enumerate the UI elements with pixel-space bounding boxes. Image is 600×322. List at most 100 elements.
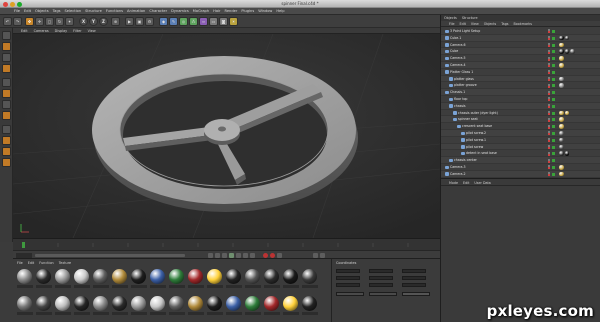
attribute-menu-user-data[interactable]: User Data — [474, 181, 490, 185]
visibility-toggle-icon[interactable] — [548, 97, 550, 102]
object-row[interactable]: platter groove — [441, 82, 600, 90]
rotation-h-field[interactable] — [402, 269, 426, 273]
visibility-toggle-icon[interactable] — [548, 158, 550, 163]
material-swatch[interactable] — [131, 296, 146, 311]
points-mode-icon[interactable] — [2, 78, 11, 87]
object-tag-icon[interactable] — [559, 124, 564, 129]
material-swatch[interactable] — [226, 269, 241, 284]
viewport-menu-cameras[interactable]: Cameras — [34, 29, 49, 33]
goto-end-icon[interactable] — [250, 252, 255, 258]
preview-range-slider[interactable] — [35, 253, 185, 257]
object-tag-icon[interactable] — [559, 76, 564, 82]
material-swatch[interactable] — [150, 296, 165, 311]
visibility-toggle-icon[interactable] — [548, 144, 550, 149]
visibility-toggle-icon[interactable] — [548, 117, 550, 122]
material-swatch[interactable] — [36, 269, 51, 284]
material-swatch[interactable] — [112, 296, 127, 311]
rotation-p-field[interactable] — [402, 276, 426, 280]
object-tag-icon[interactable] — [564, 110, 569, 116]
enable-checkmark-icon[interactable] — [552, 64, 555, 67]
object-tag-icon[interactable] — [559, 83, 564, 88]
size-mode-dropdown[interactable] — [369, 292, 397, 296]
visibility-toggle-icon[interactable] — [548, 42, 550, 47]
object-row[interactable]: chassis center — [441, 157, 600, 164]
fcurve-icon[interactable] — [320, 252, 325, 258]
move-tool-button[interactable]: ✛ — [35, 16, 44, 26]
object-row[interactable]: pilot screw.2 — [441, 130, 600, 137]
sculpt-mode-icon[interactable] — [2, 158, 11, 167]
light-object-button[interactable]: ☀ — [229, 16, 238, 26]
enable-checkmark-icon[interactable] — [552, 57, 555, 61]
axis-mode-icon[interactable] — [2, 111, 11, 120]
recent-tools-button[interactable]: ✦ — [65, 16, 74, 26]
menu-hair[interactable]: Hair — [213, 9, 220, 13]
scale-x-field[interactable] — [369, 269, 393, 273]
keyframe-selection-icon[interactable] — [277, 252, 282, 258]
goto-start-icon[interactable] — [208, 252, 213, 258]
viewport-menu-display[interactable]: Display — [55, 29, 68, 33]
material-swatch[interactable] — [112, 269, 127, 284]
material-swatch[interactable] — [226, 296, 241, 311]
material-swatch[interactable] — [283, 269, 298, 284]
tab-structure[interactable]: Structure — [462, 16, 478, 20]
y-axis-lock-button[interactable]: Y — [89, 16, 98, 26]
menu-selection[interactable]: Selection — [65, 9, 82, 13]
tab-objects[interactable]: Objects — [444, 16, 457, 20]
object-row[interactable]: 3 Point Light Setup — [441, 28, 600, 35]
polygons-mode-icon[interactable] — [2, 100, 11, 109]
spinner-wheel[interactable] — [92, 56, 358, 212]
object-row[interactable]: pilot screw — [441, 143, 600, 151]
x-axis-lock-button[interactable]: X — [79, 16, 88, 26]
object-row[interactable]: Camera.5 — [441, 55, 600, 62]
object-tag-icon[interactable] — [559, 144, 564, 150]
render-view-button[interactable]: ▶ — [125, 16, 134, 26]
material-swatch[interactable] — [55, 269, 70, 284]
model-mode-icon[interactable] — [2, 42, 11, 51]
visibility-toggle-icon[interactable] — [548, 83, 550, 88]
object-tag-icon[interactable] — [570, 49, 575, 54]
material-menu-function[interactable]: Function — [39, 261, 53, 265]
material-swatch[interactable] — [74, 296, 89, 311]
camera-object-button[interactable]: ◙ — [219, 16, 228, 26]
redo-button[interactable]: ↷ — [13, 16, 22, 26]
viewport-menu-filter[interactable]: Filter — [73, 29, 81, 33]
object-tag-icon[interactable] — [559, 49, 564, 54]
next-key-icon[interactable] — [243, 252, 248, 258]
visibility-toggle-icon[interactable] — [548, 172, 550, 177]
undo-button[interactable]: ↶ — [3, 16, 12, 26]
rotation-b-field[interactable] — [402, 283, 426, 287]
object-tag-icon[interactable] — [559, 56, 564, 61]
object-row[interactable]: spinner seat — [441, 116, 600, 124]
object-row[interactable]: Chassis.1 — [441, 89, 600, 96]
position-x-field[interactable] — [336, 269, 360, 273]
material-menu-edit[interactable]: Edit — [28, 261, 35, 265]
menu-file[interactable]: File — [14, 9, 20, 13]
rotate-tool-button[interactable]: ↻ — [55, 16, 64, 26]
scale-z-field[interactable] — [369, 283, 393, 287]
object-menu-tags[interactable]: Tags — [501, 22, 508, 26]
object-menu-view[interactable]: View — [471, 22, 479, 26]
object-tag-icon[interactable] — [559, 165, 564, 170]
coordinate-system-button[interactable]: ⊕ — [111, 16, 120, 26]
perspective-viewport[interactable]: Perspective — [13, 34, 440, 238]
enable-checkmark-icon[interactable] — [552, 159, 555, 163]
object-row[interactable]: platter glass — [441, 75, 600, 83]
object-tag-icon[interactable] — [559, 117, 564, 122]
prev-frame-icon[interactable] — [222, 252, 227, 258]
viewport-menu-view[interactable]: View — [88, 29, 96, 33]
object-row[interactable]: chassis — [441, 102, 600, 110]
object-tag-icon[interactable] — [559, 63, 564, 68]
menu-mograph[interactable]: MoGraph — [193, 9, 209, 13]
menu-animation[interactable]: Animation — [127, 9, 145, 13]
object-row[interactable]: Cube — [441, 48, 600, 56]
material-swatch[interactable] — [207, 269, 222, 284]
material-swatch[interactable] — [93, 269, 108, 284]
visibility-toggle-icon[interactable] — [548, 124, 550, 129]
visibility-toggle-icon[interactable] — [548, 70, 550, 75]
render-picture-viewer-button[interactable]: ▣ — [135, 16, 144, 26]
menu-objects[interactable]: Objects — [35, 9, 49, 13]
record-icon[interactable] — [263, 252, 268, 258]
material-swatch[interactable] — [55, 296, 70, 311]
edges-mode-icon[interactable] — [2, 89, 11, 98]
visibility-toggle-icon[interactable] — [548, 76, 550, 81]
